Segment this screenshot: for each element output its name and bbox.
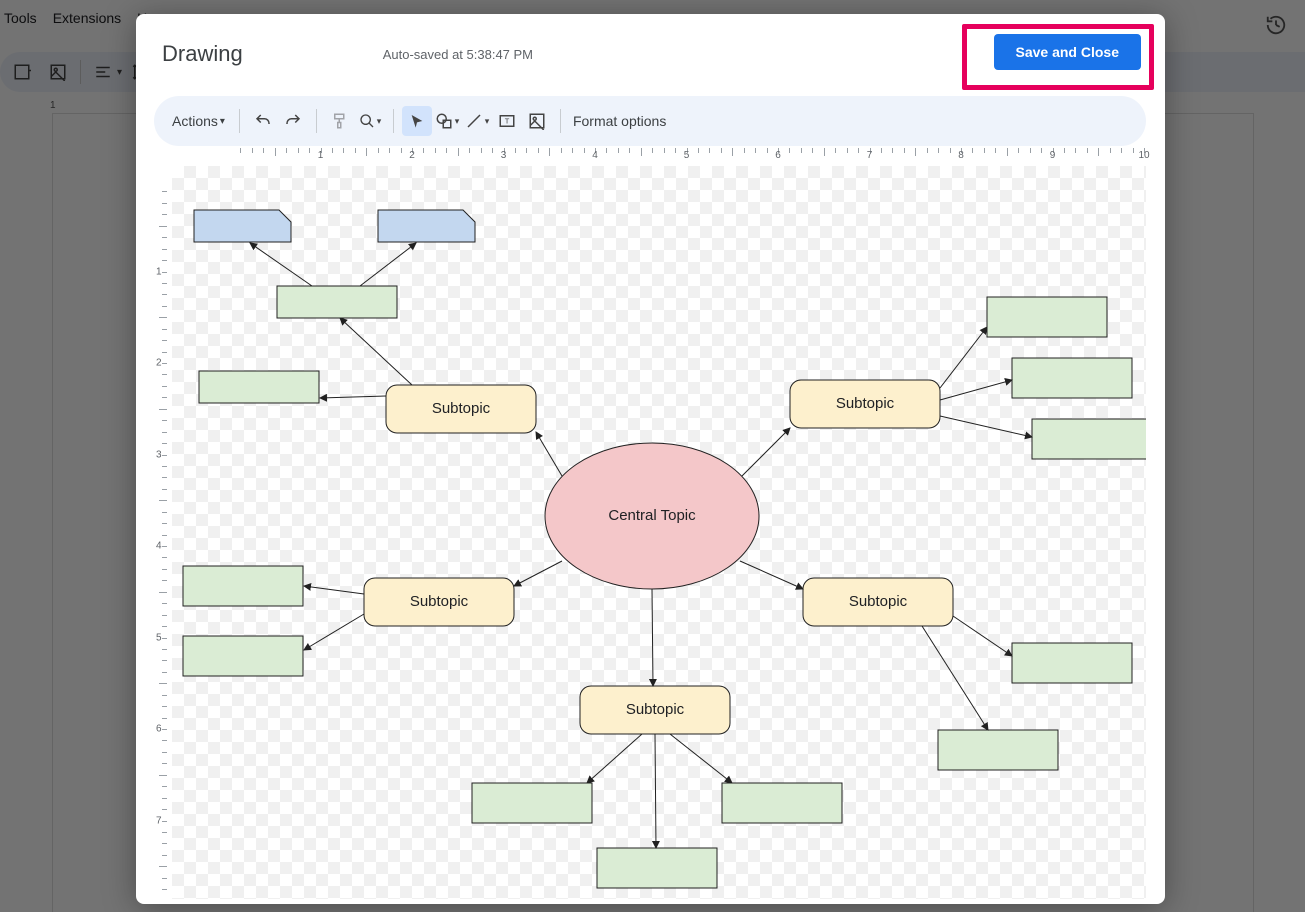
blue-box[interactable]	[378, 210, 475, 242]
arrow[interactable]	[304, 614, 364, 650]
select-tool-icon[interactable]	[402, 106, 432, 136]
actions-label: Actions	[172, 113, 218, 129]
subtopic-bottom-right-label: Subtopic	[849, 593, 908, 610]
arrow[interactable]	[670, 734, 732, 783]
format-options-button[interactable]: Format options	[573, 113, 666, 129]
blue-box[interactable]	[194, 210, 291, 242]
zoom-icon[interactable]	[355, 106, 385, 136]
drawing-toolbar: Actions ▾ T F	[154, 96, 1146, 146]
ruler-h-num: 5	[684, 150, 690, 161]
arrow[interactable]	[320, 396, 386, 398]
ruler-h-num: 9	[1050, 150, 1056, 161]
arrow[interactable]	[587, 734, 642, 783]
ruler-v-num: 2	[156, 358, 162, 369]
arrow[interactable]	[940, 416, 1032, 437]
arrow[interactable]	[514, 561, 562, 586]
ruler-h-num: 1	[318, 150, 324, 161]
horizontal-ruler: 1 2 3 4 5 6 7 8 9 10	[154, 148, 1146, 166]
separator	[239, 109, 240, 133]
ruler-h-num: 3	[501, 150, 507, 161]
actions-menu[interactable]: Actions ▾	[166, 109, 231, 133]
subtopic-bottom-left-label: Subtopic	[410, 593, 469, 610]
green-box[interactable]	[277, 286, 397, 318]
paint-format-icon[interactable]	[325, 106, 355, 136]
green-box[interactable]	[1032, 419, 1146, 459]
green-box[interactable]	[472, 783, 592, 823]
green-box[interactable]	[597, 848, 717, 888]
green-box[interactable]	[938, 730, 1058, 770]
arrow[interactable]	[250, 243, 312, 286]
undo-icon[interactable]	[248, 106, 278, 136]
drawing-canvas[interactable]: Central Topic Subtopic Subtopic Subtopic…	[172, 166, 1146, 899]
ruler-h-num: 6	[775, 150, 781, 161]
green-box[interactable]	[183, 636, 303, 676]
drawing-dialog: Drawing Auto-saved at 5:38:47 PM Save an…	[136, 14, 1165, 904]
arrow[interactable]	[652, 589, 653, 686]
redo-icon[interactable]	[278, 106, 308, 136]
shape-tool-icon[interactable]	[432, 106, 462, 136]
arrow[interactable]	[742, 428, 790, 476]
green-box[interactable]	[183, 566, 303, 606]
autosave-label: Auto-saved at 5:38:47 PM	[383, 47, 533, 62]
green-box[interactable]	[1012, 643, 1132, 683]
ruler-h-num: 2	[409, 150, 415, 161]
ruler-v-num: 5	[156, 632, 162, 643]
arrow[interactable]	[360, 243, 416, 286]
caret-down-icon: ▾	[220, 116, 225, 127]
ruler-h-num: 4	[592, 150, 598, 161]
arrow[interactable]	[536, 432, 562, 476]
dialog-title: Drawing	[162, 41, 243, 67]
ruler-v-num: 4	[156, 541, 162, 552]
ruler-v-num: 6	[156, 724, 162, 735]
ruler-v-num: 3	[156, 449, 162, 460]
central-topic-label: Central Topic	[608, 507, 696, 524]
separator	[316, 109, 317, 133]
green-box[interactable]	[722, 783, 842, 823]
vertical-ruler: 1 2 3 4 5 6 7	[154, 166, 172, 899]
ruler-h-num: 10	[1138, 150, 1149, 161]
arrow[interactable]	[655, 734, 656, 848]
arrow[interactable]	[940, 380, 1012, 400]
arrow[interactable]	[340, 318, 412, 385]
ruler-v-num: 7	[156, 815, 162, 826]
ruler-v-num: 1	[156, 266, 162, 277]
arrow[interactable]	[740, 561, 803, 589]
arrow[interactable]	[922, 626, 988, 730]
ruler-h-num: 7	[867, 150, 873, 161]
separator	[393, 109, 394, 133]
green-box[interactable]	[1012, 358, 1132, 398]
separator	[560, 109, 561, 133]
green-box[interactable]	[199, 371, 319, 403]
dialog-header: Drawing Auto-saved at 5:38:47 PM Save an…	[136, 14, 1165, 94]
subtopic-top-right-label: Subtopic	[836, 395, 895, 412]
image-tool-icon[interactable]	[522, 106, 552, 136]
green-box[interactable]	[987, 297, 1107, 337]
subtopic-top-left-label: Subtopic	[432, 400, 491, 417]
textbox-tool-icon[interactable]: T	[492, 106, 522, 136]
svg-text:T: T	[505, 116, 510, 125]
arrow[interactable]	[304, 586, 364, 594]
ruler-h-num: 8	[958, 150, 964, 161]
arrow[interactable]	[940, 327, 987, 388]
line-tool-icon[interactable]	[462, 106, 492, 136]
arrow[interactable]	[953, 616, 1012, 656]
save-and-close-button[interactable]: Save and Close	[994, 34, 1142, 70]
subtopic-bottom-center-label: Subtopic	[626, 701, 685, 718]
